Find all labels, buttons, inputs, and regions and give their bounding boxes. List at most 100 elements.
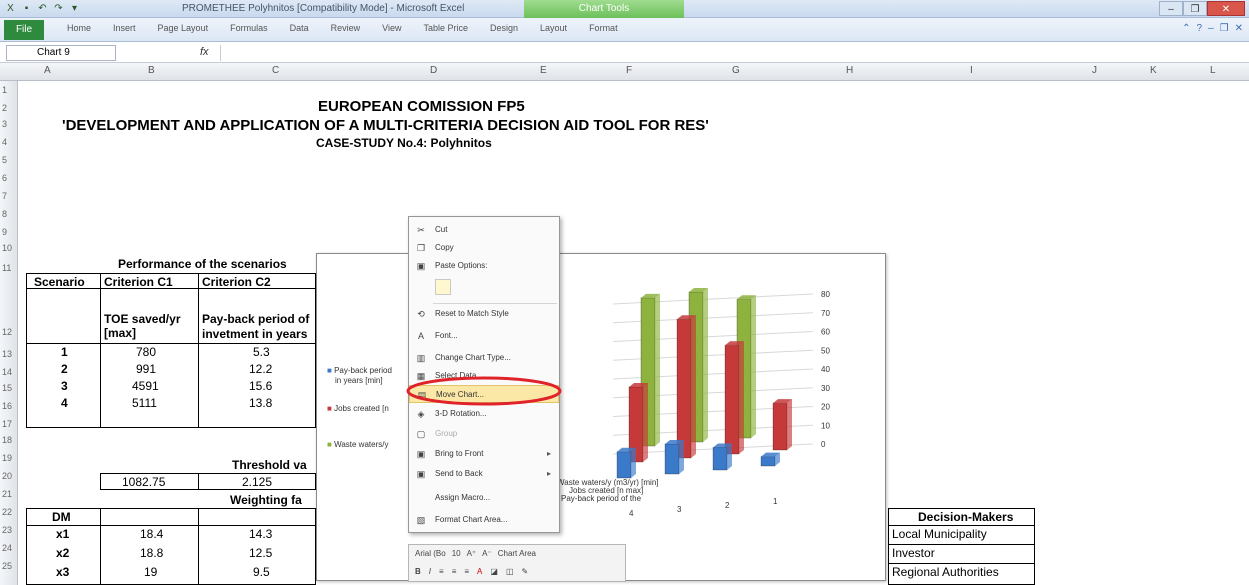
bar-pay-back-period-1[interactable] bbox=[760, 456, 776, 467]
menu-item-format-chart-area[interactable]: ▧ Format Chart Area... bbox=[409, 511, 559, 529]
excel-icon[interactable]: X bbox=[4, 2, 17, 15]
column-header-i[interactable]: I bbox=[970, 65, 973, 76]
menu-item-send-to-back[interactable]: ▣ Send to Back ▸ bbox=[409, 465, 559, 483]
menu-item-cut[interactable]: ✂ Cut bbox=[409, 221, 559, 239]
column-header-f[interactable]: F bbox=[626, 65, 632, 76]
grow-font-icon[interactable]: A⁺ bbox=[467, 549, 477, 558]
row-header[interactable]: 25 bbox=[2, 561, 12, 571]
row-header[interactable]: 4 bbox=[2, 137, 7, 147]
menu-item-reset-style[interactable]: ⟲ Reset to Match Style bbox=[409, 305, 559, 323]
align-center-icon[interactable]: ≡ bbox=[452, 567, 457, 576]
bar-pay-back-period-3[interactable] bbox=[664, 443, 680, 475]
redo-icon[interactable]: ↷ bbox=[52, 2, 65, 15]
minimize-ribbon-icon[interactable]: ⌃ bbox=[1182, 23, 1190, 34]
menu-item-font[interactable]: A Font... bbox=[409, 327, 559, 345]
customize-icon[interactable]: ▾ bbox=[68, 2, 81, 15]
menu-item-assign-macro[interactable]: Assign Macro... bbox=[409, 489, 559, 507]
bar-jobs-created-1[interactable] bbox=[772, 402, 788, 451]
format-painter-icon[interactable]: ✎ bbox=[522, 567, 529, 576]
row-header[interactable]: 6 bbox=[2, 173, 7, 183]
fill-color-icon[interactable]: ◪ bbox=[490, 567, 498, 576]
row-header[interactable]: 17 bbox=[2, 419, 12, 429]
row-header[interactable]: 15 bbox=[2, 383, 12, 393]
bar-pay-back-period-2[interactable] bbox=[712, 447, 728, 471]
paste-option-icon[interactable] bbox=[435, 279, 451, 295]
workbook-minimize-icon[interactable]: – bbox=[1208, 23, 1214, 34]
workbook-restore-icon[interactable]: ❐ bbox=[1220, 23, 1229, 34]
bar-jobs-created-2[interactable] bbox=[724, 344, 740, 455]
row-header[interactable]: 22 bbox=[2, 507, 12, 517]
align-left-icon[interactable]: ≡ bbox=[439, 567, 444, 576]
shrink-font-icon[interactable]: A⁻ bbox=[482, 549, 492, 558]
italic-icon[interactable]: I bbox=[429, 567, 431, 576]
insert-function-icon[interactable]: fx bbox=[200, 46, 209, 58]
font-size-field[interactable]: 10 bbox=[452, 549, 461, 558]
row-header[interactable]: 11 bbox=[2, 263, 11, 273]
font-name-field[interactable]: Arial (Bo bbox=[415, 549, 446, 558]
row-header[interactable]: 9 bbox=[2, 227, 7, 237]
font-color-icon[interactable]: A bbox=[477, 567, 482, 576]
formula-input[interactable] bbox=[220, 45, 1240, 61]
minimize-icon[interactable]: – bbox=[1159, 1, 1183, 16]
row-header[interactable]: 14 bbox=[2, 367, 12, 377]
close-icon[interactable]: ✕ bbox=[1207, 1, 1245, 16]
row-header[interactable]: 24 bbox=[2, 543, 12, 553]
tab-design[interactable]: Design bbox=[479, 23, 529, 33]
help-icon[interactable]: ? bbox=[1197, 23, 1203, 34]
file-tab[interactable]: File bbox=[4, 20, 44, 40]
chart-area-selector[interactable]: Chart Area bbox=[498, 549, 536, 558]
menu-item-copy[interactable]: ❐ Copy bbox=[409, 239, 559, 257]
tab-layout[interactable]: Layout bbox=[529, 23, 578, 33]
tab-review[interactable]: Review bbox=[320, 23, 372, 33]
restore-icon[interactable]: ❐ bbox=[1183, 1, 1207, 16]
align-right-icon[interactable]: ≡ bbox=[464, 567, 469, 576]
column-header-e[interactable]: E bbox=[540, 65, 547, 76]
save-icon[interactable]: ▪ bbox=[20, 2, 33, 15]
tab-home[interactable]: Home bbox=[56, 23, 102, 33]
row-header[interactable]: 5 bbox=[2, 155, 7, 165]
tab-view[interactable]: View bbox=[371, 23, 412, 33]
row-header[interactable]: 12 bbox=[2, 327, 12, 337]
row-header[interactable]: 18 bbox=[2, 435, 12, 445]
bar-pay-back-period-4[interactable] bbox=[616, 451, 632, 479]
row-header[interactable]: 3 bbox=[2, 119, 7, 129]
outline-icon[interactable]: ◫ bbox=[506, 567, 514, 576]
row-header[interactable]: 13 bbox=[2, 349, 12, 359]
row-header[interactable]: 19 bbox=[2, 453, 12, 463]
row-header[interactable]: 21 bbox=[2, 489, 12, 499]
row-header[interactable]: 20 bbox=[2, 471, 12, 481]
column-header-j[interactable]: J bbox=[1092, 65, 1097, 76]
column-header-g[interactable]: G bbox=[732, 65, 740, 76]
chart-plot[interactable]: 80 70 60 50 40 30 20 10 0 4 3 2 1 bbox=[553, 284, 883, 544]
bar-jobs-created-3[interactable] bbox=[676, 318, 692, 459]
tab-table-price[interactable]: Table Price bbox=[412, 23, 479, 33]
row-header[interactable]: 8 bbox=[2, 209, 7, 219]
menu-item-change-chart-type[interactable]: ▥ Change Chart Type... bbox=[409, 349, 559, 367]
column-header-b[interactable]: B bbox=[148, 65, 155, 76]
row-header[interactable]: 2 bbox=[2, 103, 7, 113]
column-header-d[interactable]: D bbox=[430, 65, 437, 76]
tab-page-layout[interactable]: Page Layout bbox=[147, 23, 220, 33]
column-header-l[interactable]: L bbox=[1210, 65, 1216, 76]
column-header-h[interactable]: H bbox=[846, 65, 853, 76]
row-header[interactable]: 1 bbox=[2, 85, 7, 95]
row-header[interactable]: 7 bbox=[2, 191, 7, 201]
name-box[interactable]: Chart 9 bbox=[6, 45, 116, 61]
menu-item-bring-to-front[interactable]: ▣ Bring to Front ▸ bbox=[409, 445, 559, 463]
tab-formulas[interactable]: Formulas bbox=[219, 23, 279, 33]
column-header-c[interactable]: C bbox=[272, 65, 279, 76]
tab-data[interactable]: Data bbox=[279, 23, 320, 33]
tab-format[interactable]: Format bbox=[578, 23, 629, 33]
chart-area[interactable]: ■ Pay-back period in years [min] ■ Jobs … bbox=[316, 253, 886, 581]
menu-item-group[interactable]: ▢ Group bbox=[409, 425, 559, 443]
row-header[interactable]: 16 bbox=[2, 401, 12, 411]
column-header-a[interactable]: A bbox=[44, 65, 51, 76]
column-header-k[interactable]: K bbox=[1150, 65, 1157, 76]
row-header[interactable]: 23 bbox=[2, 525, 12, 535]
tab-insert[interactable]: Insert bbox=[102, 23, 147, 33]
menu-item-paste-options[interactable]: ▣ Paste Options: bbox=[409, 257, 559, 275]
undo-icon[interactable]: ↶ bbox=[36, 2, 49, 15]
workbook-close-icon[interactable]: ✕ bbox=[1235, 23, 1243, 34]
bold-icon[interactable]: B bbox=[415, 567, 421, 576]
row-header[interactable]: 10 bbox=[2, 243, 12, 253]
